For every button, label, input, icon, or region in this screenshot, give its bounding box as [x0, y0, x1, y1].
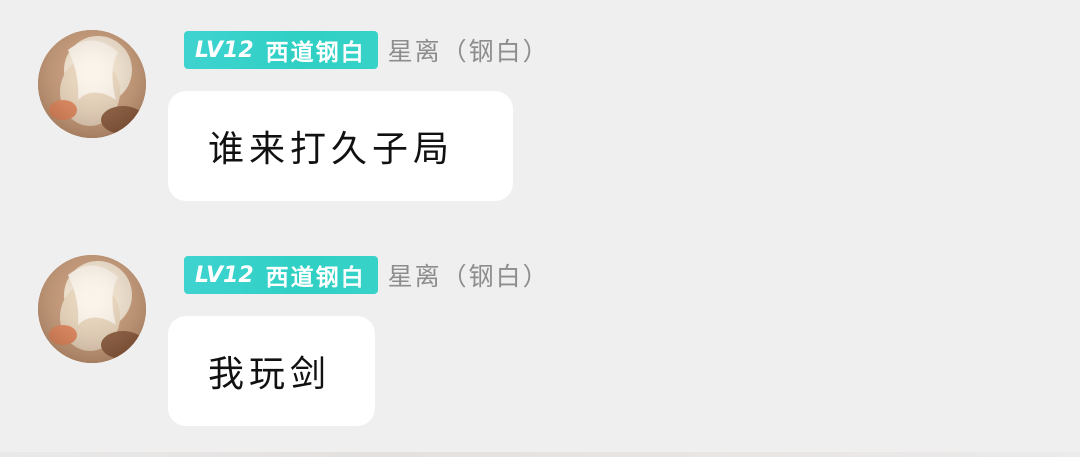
- message-meta: LV12 西道钢白 星离（钢白）: [184, 256, 550, 294]
- level-text: LV12: [195, 37, 254, 63]
- message-bubble[interactable]: 我玩剑: [168, 316, 375, 426]
- nickname[interactable]: 星离（钢白）: [388, 32, 550, 68]
- bottom-divider: [0, 452, 1080, 457]
- avatar[interactable]: [38, 30, 146, 138]
- chat-area: LV12 西道钢白 星离（钢白） 谁来打久子局 LV12 西道钢白 星离（钢白）…: [0, 0, 1080, 457]
- avatar[interactable]: [38, 255, 146, 363]
- message-text: 谁来打久子局: [208, 129, 455, 170]
- level-badge: LV12 西道钢白: [184, 31, 378, 69]
- badge-title: 西道钢白: [265, 40, 366, 66]
- message-meta: LV12 西道钢白 星离（钢白）: [184, 31, 550, 69]
- message-text: 我玩剑: [208, 354, 332, 395]
- avatar-image-icon: [38, 30, 146, 138]
- level-text: LV12: [195, 262, 254, 288]
- nickname[interactable]: 星离（钢白）: [388, 257, 550, 293]
- level-badge: LV12 西道钢白: [184, 256, 378, 294]
- message-bubble[interactable]: 谁来打久子局: [168, 91, 513, 201]
- badge-title: 西道钢白: [265, 265, 366, 291]
- avatar-image-icon: [38, 255, 146, 363]
